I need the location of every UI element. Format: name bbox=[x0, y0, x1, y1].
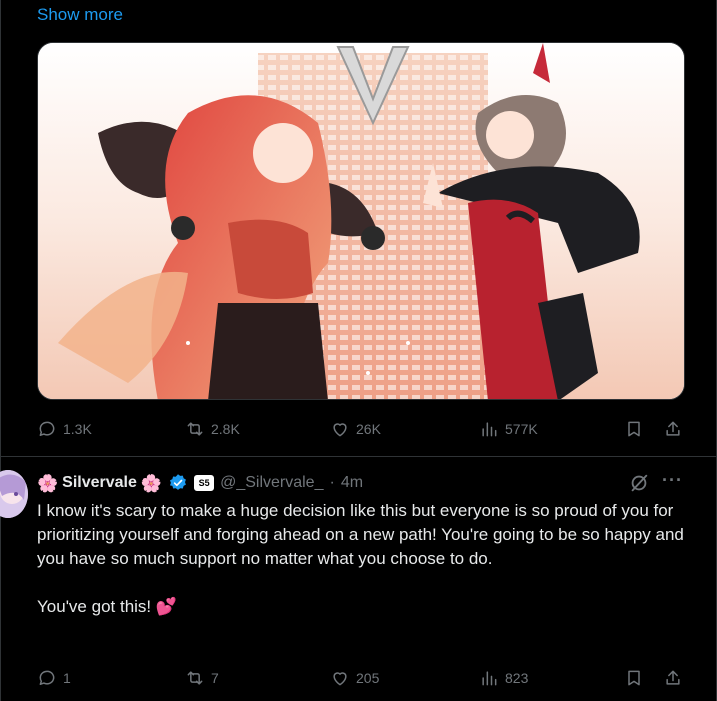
bookmark-icon bbox=[628, 421, 640, 437]
show-more-link[interactable]: Show more bbox=[37, 5, 123, 25]
tweet2-paragraph2: You've got this! bbox=[37, 597, 152, 616]
reply-count: 1 bbox=[63, 670, 71, 686]
more-icon[interactable]: ··· bbox=[662, 470, 683, 491]
heart-emoji: 💕 bbox=[155, 597, 178, 616]
display-name-text: Silvervale bbox=[62, 474, 137, 491]
display-name[interactable]: 🌸 Silvervale 🌸 bbox=[37, 474, 162, 492]
flower-emoji-left: 🌸 bbox=[37, 473, 59, 493]
reply-icon bbox=[39, 421, 55, 436]
grok-icon bbox=[631, 474, 648, 492]
tweet2-paragraph2-wrap: You've got this! 💕 bbox=[37, 595, 697, 619]
view-count: 823 bbox=[505, 670, 529, 686]
view-count: 577K bbox=[505, 421, 538, 437]
like-count: 26K bbox=[356, 421, 381, 437]
repost-count: 2.8K bbox=[211, 421, 240, 437]
separator: · bbox=[329, 474, 335, 491]
timestamp[interactable]: 4m bbox=[341, 474, 363, 492]
like-button[interactable]: 26K bbox=[330, 417, 381, 441]
tweet-image[interactable] bbox=[37, 42, 685, 400]
reply-button[interactable]: 1.3K bbox=[37, 417, 92, 441]
bookmark-button[interactable] bbox=[624, 417, 644, 441]
repost-button[interactable]: 7 bbox=[185, 666, 219, 690]
verified-icon bbox=[168, 473, 188, 493]
left-border bbox=[0, 0, 1, 701]
like-icon bbox=[333, 423, 347, 437]
bookmark-button[interactable] bbox=[624, 666, 644, 690]
repost-count: 7 bbox=[211, 670, 219, 686]
tweet-divider bbox=[0, 456, 717, 457]
like-button[interactable]: 205 bbox=[330, 666, 379, 690]
views-button[interactable]: 577K bbox=[479, 417, 538, 441]
share-icon bbox=[666, 670, 680, 685]
reply-icon bbox=[39, 670, 55, 685]
tweet2-paragraph1: I know it's scary to make a huge decisio… bbox=[37, 501, 684, 568]
bookmark-icon bbox=[628, 670, 640, 686]
like-count: 205 bbox=[356, 670, 380, 686]
share-button[interactable] bbox=[663, 666, 683, 690]
flower-emoji-right: 🌸 bbox=[140, 473, 163, 493]
illustration bbox=[38, 43, 684, 399]
views-button[interactable]: 823 bbox=[479, 666, 528, 690]
avatar-image bbox=[0, 470, 28, 518]
reply-button[interactable]: 1 bbox=[37, 666, 71, 690]
repost-icon bbox=[187, 671, 203, 685]
affiliate-badge[interactable]: S5 bbox=[194, 475, 215, 491]
avatar[interactable] bbox=[0, 470, 28, 518]
views-icon bbox=[482, 422, 497, 437]
views-icon bbox=[482, 671, 497, 686]
like-icon bbox=[333, 672, 347, 686]
tweet1-actions: 1.3K 2.8K 26K 577K bbox=[37, 417, 685, 441]
tweet2-text: I know it's scary to make a huge decisio… bbox=[37, 499, 697, 643]
tweet2-actions: 1 7 205 823 bbox=[37, 666, 685, 690]
reply-count: 1.3K bbox=[63, 421, 92, 437]
tweet2-header: 🌸 Silvervale 🌸 S5 @_Silvervale_ · 4m bbox=[37, 471, 363, 495]
handle[interactable]: @_Silvervale_ bbox=[220, 474, 323, 492]
repost-button[interactable]: 2.8K bbox=[185, 417, 240, 441]
share-icon bbox=[666, 421, 680, 436]
repost-icon bbox=[187, 422, 203, 436]
grok-button[interactable] bbox=[628, 472, 650, 494]
share-button[interactable] bbox=[663, 417, 683, 441]
